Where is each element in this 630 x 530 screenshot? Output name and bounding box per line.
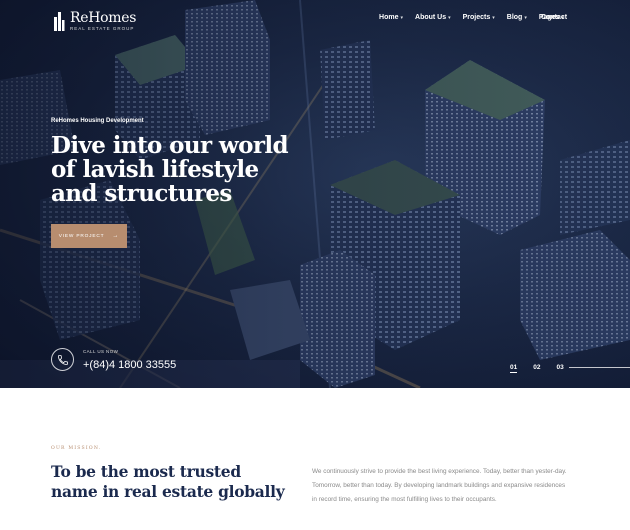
- chevron-down-icon: ▾: [524, 14, 527, 21]
- nav-item-label: About Us: [415, 14, 447, 21]
- view-project-label: VIEW PROJECT: [58, 233, 105, 239]
- arrow-right-icon: →: [112, 233, 120, 239]
- nav-item-contact[interactable]: Contact: [541, 14, 567, 21]
- call-label: CALL US NOW: [83, 349, 119, 354]
- nav-item-about-us[interactable]: About Us ▾: [415, 14, 451, 21]
- nav-item-label: Home: [379, 14, 399, 21]
- mission-label: OUR MISSION.: [51, 446, 102, 451]
- call-number[interactable]: +(84)4 1800 33555: [83, 359, 176, 371]
- slide-indicator-01[interactable]: 01: [510, 364, 518, 373]
- hero-eyebrow: ReHomes Housing Development: [51, 118, 144, 124]
- hero-headline: Dive into our world of lavish lifestyle …: [51, 132, 289, 207]
- phone-button[interactable]: [51, 348, 74, 371]
- phone-icon: [57, 354, 68, 365]
- slider-pagination: 01 02 03: [510, 364, 564, 373]
- view-project-button[interactable]: VIEW PROJECT →: [51, 224, 127, 248]
- nav-item-blog[interactable]: Blog ▾: [507, 14, 527, 21]
- nav-item-label: Blog: [506, 14, 523, 21]
- nav-item-home[interactable]: Home ▾: [379, 14, 403, 21]
- chevron-down-icon: ▾: [492, 14, 495, 21]
- logo[interactable]: ReHomes REAL ESTATE GROUP: [53, 11, 136, 32]
- nav-item-projects[interactable]: Projects ▾: [463, 14, 495, 21]
- building-logo-icon: [54, 12, 65, 32]
- chevron-down-icon: ▾: [400, 14, 404, 21]
- nav-item-label: Projects: [462, 14, 491, 21]
- logo-subtitle: REAL ESTATE GROUP: [70, 26, 135, 31]
- chevron-down-icon: ▾: [448, 14, 451, 21]
- slide-indicator-03[interactable]: 03: [556, 364, 563, 371]
- logo-name: ReHomes: [70, 10, 137, 26]
- slide-indicator-02[interactable]: 02: [533, 364, 540, 371]
- main-nav: Home ▾ About Us ▾ Projects ▾ Blog ▾ Page…: [379, 14, 564, 21]
- mission-title: To be the most trusted name in real esta…: [51, 462, 285, 501]
- slider-progress-line: [569, 367, 630, 368]
- mission-text: We continuously strive to provide the be…: [312, 468, 567, 503]
